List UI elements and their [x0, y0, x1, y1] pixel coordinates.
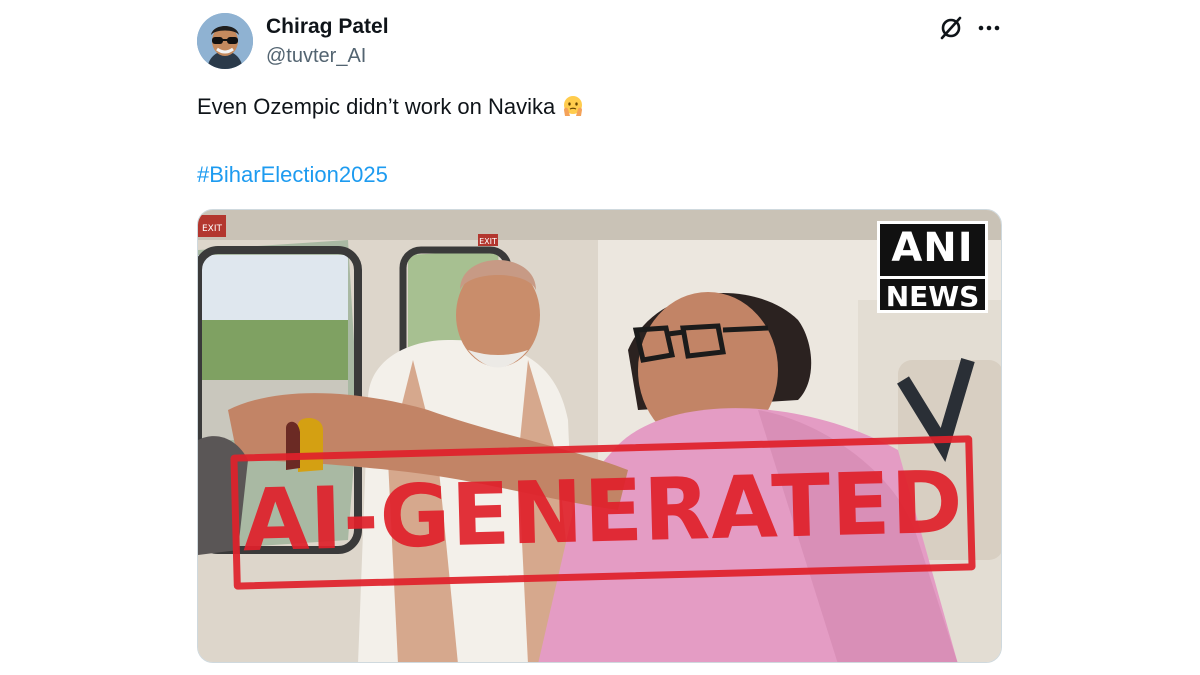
- tweet-text: Even Ozempic didn’t work on Navika: [197, 92, 585, 122]
- hashtag-link[interactable]: #BiharElection2025: [197, 160, 388, 190]
- author-avatar[interactable]: [197, 13, 253, 69]
- ani-news-watermark: ANI NEWS: [877, 221, 988, 313]
- ani-watermark-line2: NEWS: [880, 276, 985, 313]
- author-handle[interactable]: @tuvter_AI: [266, 44, 366, 68]
- author-name[interactable]: Chirag Patel: [266, 15, 389, 39]
- more-options-icon[interactable]: [976, 15, 1002, 41]
- face-holding-back-tears-emoji: [564, 96, 583, 116]
- exit-sign-text-2: EXIT: [479, 237, 497, 246]
- grok-icon[interactable]: [938, 15, 964, 41]
- ai-generated-stamp: AI-GENERATED: [230, 435, 976, 590]
- tweet-card: Chirag Patel @tuvter_AI Even Ozempic did…: [0, 0, 1200, 675]
- tweet-text-body: Even Ozempic didn’t work on Navika: [197, 94, 556, 119]
- ani-watermark-line1: ANI: [891, 225, 974, 271]
- avatar-image: [197, 13, 253, 69]
- exit-sign-text-1: EXIT: [202, 224, 223, 234]
